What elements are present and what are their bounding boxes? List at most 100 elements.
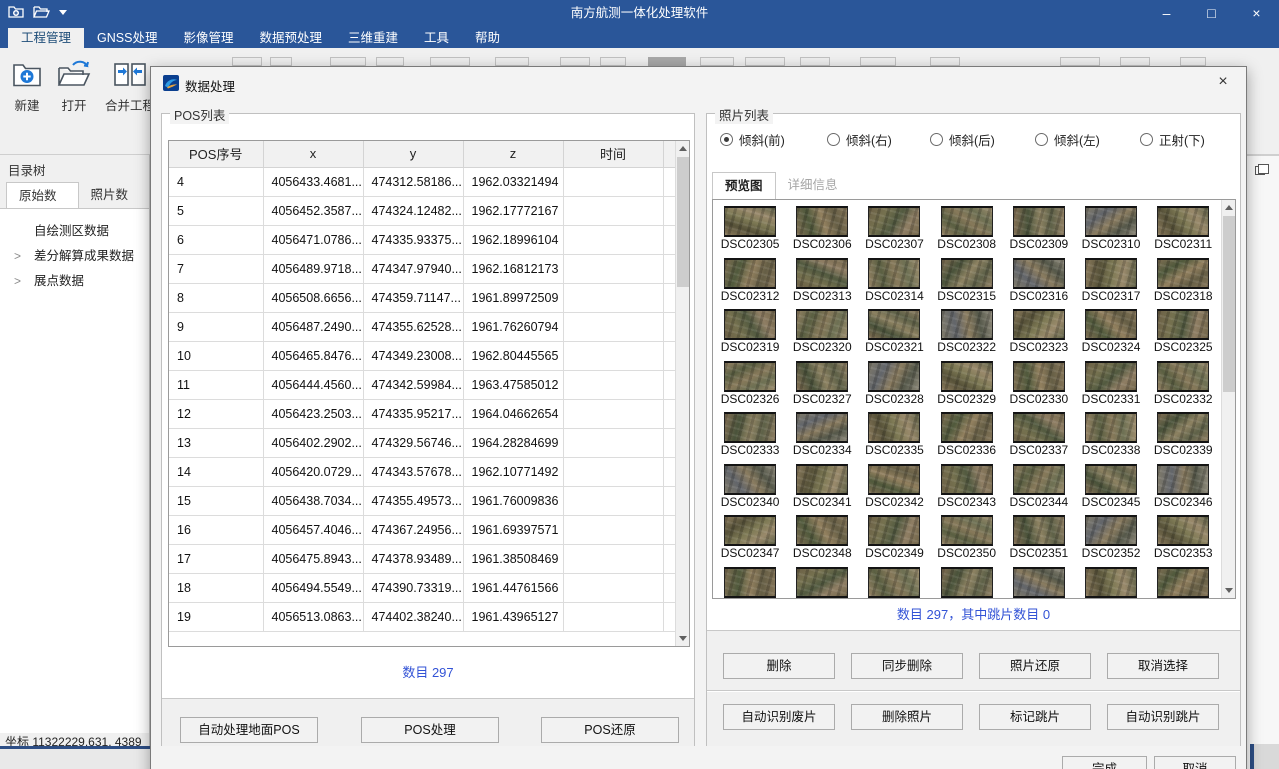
photo-item-DSC02324[interactable]: DSC02324	[1075, 303, 1147, 355]
photo-thumbnail[interactable]	[1157, 361, 1209, 392]
photo-item-partial[interactable]	[786, 561, 858, 599]
open-project-button[interactable]: 打开	[52, 55, 96, 116]
photo-thumbnail[interactable]	[1013, 515, 1065, 546]
photo-item-DSC02349[interactable]: DSC02349	[858, 509, 930, 561]
table-row[interactable]: 12 4056423.2503... 474335.95217... 1964.…	[169, 399, 675, 428]
photo-thumbnail[interactable]	[1013, 258, 1065, 289]
table-row[interactable]: 9 4056487.2490... 474355.62528... 1961.7…	[169, 312, 675, 341]
table-row[interactable]: 15 4056438.7034... 474355.49573... 1961.…	[169, 486, 675, 515]
photo-thumbnail[interactable]	[1013, 309, 1065, 340]
photo-thumbnail[interactable]	[724, 464, 776, 495]
photo-thumbnail[interactable]	[1013, 567, 1065, 598]
photo-item-DSC02352[interactable]: DSC02352	[1075, 509, 1147, 561]
tab-details[interactable]: 详细信息	[776, 172, 850, 199]
photo-item-partial[interactable]	[858, 561, 930, 599]
photo-thumbnail[interactable]	[1157, 412, 1209, 443]
mark-skipped-button[interactable]: 标记跳片	[979, 704, 1091, 730]
photo-item-DSC02343[interactable]: DSC02343	[931, 458, 1003, 510]
photo-thumbnail[interactable]	[1085, 464, 1137, 495]
tree-item[interactable]: > 展点数据	[0, 269, 149, 294]
table-row[interactable]: 16 4056457.4046... 474367.24956... 1961.…	[169, 515, 675, 544]
photo-item-DSC02310[interactable]: DSC02310	[1075, 200, 1147, 252]
photo-item-DSC02342[interactable]: DSC02342	[858, 458, 930, 510]
photo-thumbnail[interactable]	[724, 567, 776, 598]
photo-item-DSC02320[interactable]: DSC02320	[786, 303, 858, 355]
photo-thumbnail[interactable]	[941, 567, 993, 598]
photo-item-DSC02307[interactable]: DSC02307	[858, 200, 930, 252]
photo-thumbnail[interactable]	[1085, 206, 1137, 237]
table-row[interactable]: 4 4056433.4681... 474312.58186... 1962.0…	[169, 167, 675, 196]
restore-pane-icon[interactable]	[1255, 166, 1265, 175]
pos-restore-button[interactable]: POS还原	[541, 717, 679, 743]
menu-tab-数据预处理[interactable]: 数据预处理	[246, 28, 335, 48]
photo-item-DSC02341[interactable]: DSC02341	[786, 458, 858, 510]
table-row[interactable]: 7 4056489.9718... 474347.97940... 1962.1…	[169, 254, 675, 283]
photo-thumbnail[interactable]	[868, 361, 920, 392]
photo-item-DSC02328[interactable]: DSC02328	[858, 355, 930, 407]
menu-tab-工程管理[interactable]: 工程管理	[8, 28, 84, 48]
close-button[interactable]: ×	[1234, 0, 1279, 28]
photo-thumbnail[interactable]	[796, 361, 848, 392]
table-row[interactable]: 17 4056475.8943... 474378.93489... 1961.…	[169, 544, 675, 573]
photo-item-DSC02322[interactable]: DSC02322	[931, 303, 1003, 355]
photo-restore-button[interactable]: 照片还原	[979, 653, 1091, 679]
photo-item-DSC02347[interactable]: DSC02347	[714, 509, 786, 561]
delete-button[interactable]: 删除	[723, 653, 835, 679]
photo-thumbnail[interactable]	[1085, 258, 1137, 289]
tree-expander-icon[interactable]: >	[14, 269, 21, 294]
table-row[interactable]: 11 4056444.4560... 474342.59984... 1963.…	[169, 370, 675, 399]
photo-thumbnail[interactable]	[724, 412, 776, 443]
photo-item-DSC02345[interactable]: DSC02345	[1075, 458, 1147, 510]
auto-detect-bad-photos-button[interactable]: 自动识别废片	[723, 704, 835, 730]
tab-photo-data[interactable]: 照片数据	[79, 182, 150, 208]
auto-detect-skipped-button[interactable]: 自动识别跳片	[1107, 704, 1219, 730]
radio-倾斜(后)[interactable]: 倾斜(后)	[930, 128, 995, 150]
photo-item-DSC02308[interactable]: DSC02308	[931, 200, 1003, 252]
pos-table-scrollbar[interactable]	[675, 141, 689, 646]
photo-thumbnail[interactable]	[796, 206, 848, 237]
photo-thumbnail[interactable]	[796, 412, 848, 443]
photo-item-partial[interactable]	[1075, 561, 1147, 599]
dialog-close-icon[interactable]: ×	[1212, 71, 1234, 93]
finish-button[interactable]: 完成	[1062, 756, 1147, 769]
photo-item-DSC02306[interactable]: DSC02306	[786, 200, 858, 252]
photo-item-DSC02313[interactable]: DSC02313	[786, 252, 858, 304]
photo-thumbnail[interactable]	[941, 309, 993, 340]
photo-item-DSC02339[interactable]: DSC02339	[1147, 406, 1219, 458]
column-header[interactable]: y	[363, 141, 463, 167]
tree-item[interactable]: > 差分解算成果数据	[0, 244, 149, 269]
photo-thumbnail[interactable]	[1013, 361, 1065, 392]
photo-thumbnail[interactable]	[796, 464, 848, 495]
scroll-down-icon[interactable]	[676, 631, 690, 646]
tree-item[interactable]: > 自绘测区数据	[0, 219, 149, 244]
photo-item-DSC02316[interactable]: DSC02316	[1003, 252, 1075, 304]
photo-thumbnail[interactable]	[1157, 258, 1209, 289]
column-header[interactable]: 时间	[563, 141, 663, 167]
photo-thumbnail[interactable]	[868, 412, 920, 443]
table-row[interactable]: 6 4056471.0786... 474335.93375... 1962.1…	[169, 225, 675, 254]
new-project-icon[interactable]	[8, 4, 24, 18]
menu-tab-GNSS处理[interactable]: GNSS处理	[84, 28, 170, 48]
radio-正射(下)[interactable]: 正射(下)	[1140, 128, 1205, 150]
photo-thumbnail[interactable]	[1013, 206, 1065, 237]
radio-倾斜(左)[interactable]: 倾斜(左)	[1035, 128, 1100, 150]
photo-thumbnail[interactable]	[1157, 206, 1209, 237]
photo-item-DSC02314[interactable]: DSC02314	[858, 252, 930, 304]
photo-item-DSC02325[interactable]: DSC02325	[1147, 303, 1219, 355]
column-header[interactable]: x	[263, 141, 363, 167]
photo-item-DSC02311[interactable]: DSC02311	[1147, 200, 1219, 252]
photo-thumbnail[interactable]	[941, 464, 993, 495]
photo-item-DSC02323[interactable]: DSC02323	[1003, 303, 1075, 355]
photo-thumbnail[interactable]	[1085, 361, 1137, 392]
photo-item-DSC02337[interactable]: DSC02337	[1003, 406, 1075, 458]
photo-item-DSC02330[interactable]: DSC02330	[1003, 355, 1075, 407]
sync-delete-button[interactable]: 同步删除	[851, 653, 963, 679]
photo-thumbnail[interactable]	[1085, 412, 1137, 443]
table-row[interactable]: 13 4056402.2902... 474329.56746... 1964.…	[169, 428, 675, 457]
table-row[interactable]: 5 4056452.3587... 474324.12482... 1962.1…	[169, 196, 675, 225]
photo-thumbnail[interactable]	[1085, 567, 1137, 598]
table-row[interactable]: 8 4056508.6656... 474359.71147... 1961.8…	[169, 283, 675, 312]
table-row[interactable]: 14 4056420.0729... 474343.57678... 1962.…	[169, 457, 675, 486]
scroll-down-icon[interactable]	[1222, 583, 1236, 598]
photo-item-DSC02344[interactable]: DSC02344	[1003, 458, 1075, 510]
